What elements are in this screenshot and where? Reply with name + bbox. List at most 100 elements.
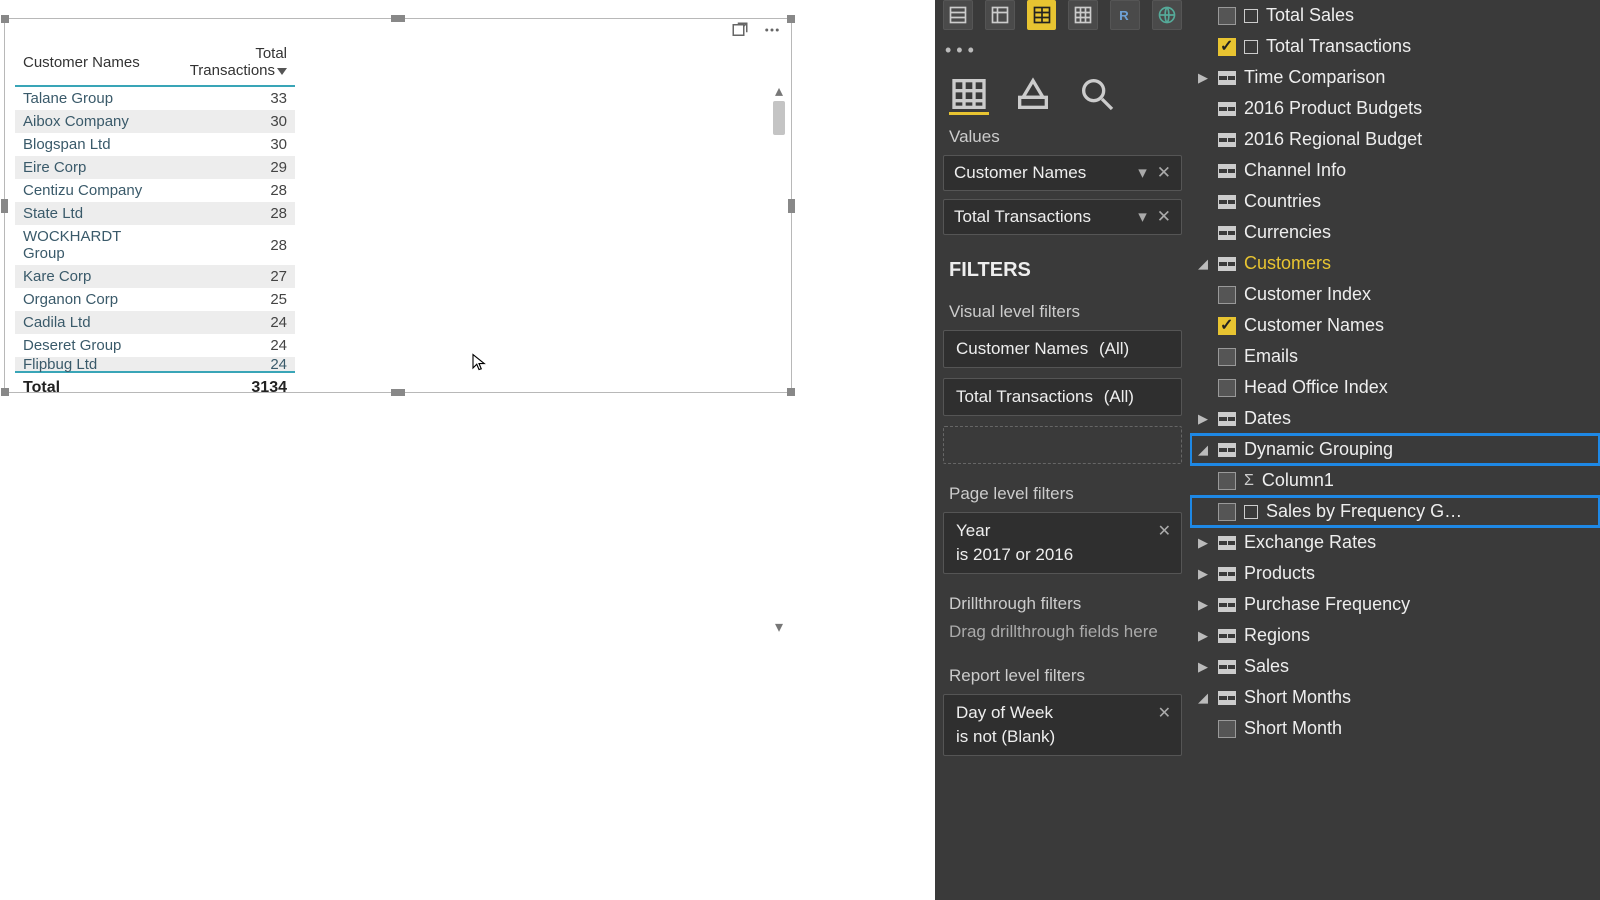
- resize-handle-tr[interactable]: [787, 15, 795, 23]
- remove-field-icon[interactable]: ✕: [1157, 207, 1171, 227]
- chevron-down-icon[interactable]: ▾: [1138, 163, 1147, 183]
- value-field-total-transactions[interactable]: Total Transactions ▾✕: [943, 199, 1182, 235]
- table-2016-product-budgets[interactable]: 2016 Product Budgets: [1190, 93, 1600, 124]
- expand-icon[interactable]: ▶: [1196, 566, 1210, 582]
- table-row[interactable]: WOCKHARDT Group28: [15, 225, 295, 265]
- format-tab-icon[interactable]: [1013, 75, 1053, 115]
- expand-icon[interactable]: ▶: [1196, 411, 1210, 427]
- field-customer-index[interactable]: Customer Index: [1190, 279, 1600, 310]
- viz-matrix-icon[interactable]: [985, 0, 1015, 30]
- viz-r-icon[interactable]: R: [1110, 0, 1140, 30]
- expand-icon[interactable]: ▶: [1196, 70, 1210, 86]
- table-row[interactable]: Eire Corp29: [15, 156, 295, 179]
- table-row[interactable]: Aibox Company30: [15, 110, 295, 133]
- table-visual-frame[interactable]: Customer Names Total Transactions Talane…: [4, 18, 792, 393]
- table-exchange-rates[interactable]: ▶Exchange Rates: [1190, 527, 1600, 558]
- viz-table-icon[interactable]: [943, 0, 973, 30]
- remove-filter-icon[interactable]: ✕: [1158, 703, 1171, 723]
- table-purchase-frequency[interactable]: ▶Purchase Frequency: [1190, 589, 1600, 620]
- page-filter-year[interactable]: ✕ Year is 2017 or 2016: [943, 512, 1182, 574]
- value-field-customer-names[interactable]: Customer Names ▾✕: [943, 155, 1182, 191]
- expand-icon[interactable]: ▶: [1196, 659, 1210, 675]
- checkbox-icon[interactable]: [1218, 348, 1236, 366]
- checkbox-checked-icon[interactable]: [1218, 38, 1236, 56]
- focus-mode-icon[interactable]: [731, 21, 749, 39]
- table-customers[interactable]: ◢Customers: [1190, 248, 1600, 279]
- table-row[interactable]: Kare Corp27: [15, 265, 295, 288]
- visual-filter-customer-names[interactable]: Customer Names (All): [943, 330, 1182, 368]
- report-canvas[interactable]: Customer Names Total Transactions Talane…: [0, 0, 935, 900]
- table-row[interactable]: Talane Group33: [15, 86, 295, 110]
- checkbox-icon[interactable]: [1218, 286, 1236, 304]
- field-customer-names[interactable]: Customer Names: [1190, 310, 1600, 341]
- table-dates[interactable]: ▶Dates: [1190, 403, 1600, 434]
- field-short-month[interactable]: Short Month: [1190, 713, 1600, 744]
- field-column1[interactable]: ΣColumn1: [1190, 465, 1600, 496]
- scroll-down-icon[interactable]: ▾: [771, 619, 787, 635]
- visual-filter-total-transactions[interactable]: Total Transactions (All): [943, 378, 1182, 416]
- scroll-track[interactable]: [771, 99, 787, 367]
- remove-field-icon[interactable]: ✕: [1157, 163, 1171, 183]
- checkbox-icon[interactable]: [1218, 720, 1236, 738]
- field-head-office-index[interactable]: Head Office Index: [1190, 372, 1600, 403]
- table-products[interactable]: ▶Products: [1190, 558, 1600, 589]
- cell-total-transactions: 28: [161, 225, 295, 265]
- viz-globe-icon[interactable]: [1152, 0, 1182, 30]
- cell-total-transactions: 28: [161, 202, 295, 225]
- remove-filter-icon[interactable]: ✕: [1158, 521, 1171, 541]
- checkbox-checked-icon[interactable]: [1218, 317, 1236, 335]
- table-row[interactable]: Cadila Ltd24: [15, 311, 295, 334]
- visual-filter-dropzone[interactable]: [943, 426, 1182, 464]
- checkbox-icon[interactable]: [1218, 503, 1236, 521]
- table-label: Dynamic Grouping: [1244, 439, 1393, 460]
- viz-table-selected-icon[interactable]: [1027, 0, 1057, 30]
- chevron-down-icon[interactable]: ▾: [1138, 207, 1147, 227]
- checkbox-icon[interactable]: [1218, 379, 1236, 397]
- field-total-sales[interactable]: Total Sales: [1190, 0, 1600, 31]
- table-2016-regional-budget[interactable]: 2016 Regional Budget: [1190, 124, 1600, 155]
- fields-tab-icon[interactable]: [949, 75, 989, 115]
- resize-handle-tl[interactable]: [1, 15, 9, 23]
- table-row[interactable]: Deseret Group24: [15, 334, 295, 357]
- more-options-icon[interactable]: [763, 21, 781, 39]
- table-time-comparison[interactable]: ▶Time Comparison: [1190, 62, 1600, 93]
- field-label: Emails: [1244, 346, 1298, 367]
- collapse-icon[interactable]: ◢: [1196, 690, 1210, 706]
- table-row[interactable]: Organon Corp25: [15, 288, 295, 311]
- cell-total-transactions: 29: [161, 156, 295, 179]
- filter-name: Customer Names: [956, 339, 1088, 358]
- expand-icon[interactable]: ▶: [1196, 628, 1210, 644]
- table-row[interactable]: Flipbug Ltd24: [15, 357, 295, 372]
- filter-name: Total Transactions: [956, 387, 1093, 406]
- table-row[interactable]: State Ltd28: [15, 202, 295, 225]
- table-currencies[interactable]: Currencies: [1190, 217, 1600, 248]
- table-scrollbar[interactable]: ▴ ▾: [771, 83, 787, 383]
- field-sales-by-frequency-group[interactable]: Sales by Frequency G…: [1190, 496, 1600, 527]
- table-dynamic-grouping[interactable]: ◢ Dynamic Grouping: [1190, 434, 1600, 465]
- column-header-total-transactions[interactable]: Total Transactions: [161, 41, 295, 86]
- expand-icon[interactable]: ▶: [1196, 535, 1210, 551]
- table-channel-info[interactable]: Channel Info: [1190, 155, 1600, 186]
- scroll-up-icon[interactable]: ▴: [771, 83, 787, 99]
- checkbox-icon[interactable]: [1218, 472, 1236, 490]
- report-filter-day-of-week[interactable]: ✕ Day of Week is not (Blank): [943, 694, 1182, 756]
- checkbox-icon[interactable]: [1218, 7, 1236, 25]
- viz-matrix2-icon[interactable]: [1068, 0, 1098, 30]
- table-short-months[interactable]: ◢Short Months: [1190, 682, 1600, 713]
- table-countries[interactable]: Countries: [1190, 186, 1600, 217]
- table-sales[interactable]: ▶Sales: [1190, 651, 1600, 682]
- viz-more-icon[interactable]: • • •: [935, 36, 1190, 65]
- resize-handle-top[interactable]: [391, 15, 405, 22]
- collapse-icon[interactable]: ◢: [1196, 442, 1210, 458]
- field-emails[interactable]: Emails: [1190, 341, 1600, 372]
- collapse-icon[interactable]: ◢: [1196, 256, 1210, 272]
- drillthrough-hint[interactable]: Drag drillthrough fields here: [935, 622, 1190, 656]
- expand-icon[interactable]: ▶: [1196, 597, 1210, 613]
- field-total-transactions[interactable]: Total Transactions: [1190, 31, 1600, 62]
- table-regions[interactable]: ▶Regions: [1190, 620, 1600, 651]
- scroll-thumb[interactable]: [773, 101, 785, 135]
- analytics-tab-icon[interactable]: [1077, 75, 1117, 115]
- table-row[interactable]: Blogspan Ltd30: [15, 133, 295, 156]
- table-row[interactable]: Centizu Company28: [15, 179, 295, 202]
- column-header-customer-names[interactable]: Customer Names: [15, 41, 161, 86]
